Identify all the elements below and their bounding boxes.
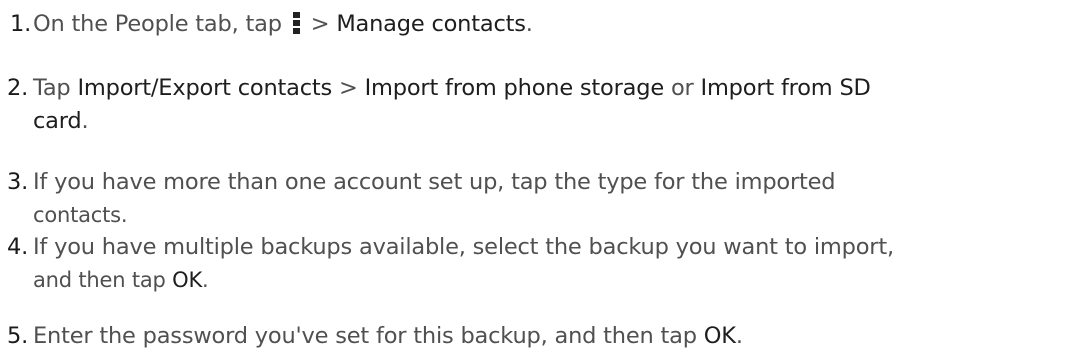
step-text: Enter the password you've set for this b… [33, 320, 1078, 353]
step-text-segment: and then tap [33, 268, 173, 292]
step-text-segment: . [81, 108, 89, 134]
step-text: Tap Import/Export contacts > Import from… [33, 72, 1078, 138]
step-line: and then tap OK. [33, 264, 1078, 297]
more-options-icon [292, 12, 300, 34]
step-text-segment: > [303, 11, 337, 37]
step-line: contacts. [33, 203, 128, 227]
ui-term-card: card [33, 108, 82, 134]
step-text-segment: . [735, 323, 743, 349]
ui-term-import-export-contacts: Import/Export contacts [77, 75, 333, 101]
step-text-segment: . [202, 268, 209, 292]
ui-term-ok: OK [703, 323, 736, 349]
step-text-segment: > [332, 75, 365, 101]
ui-term-ok: OK [172, 268, 203, 292]
step-number: 5. [7, 323, 29, 349]
ui-term-manage-contacts: Manage contacts [336, 11, 526, 37]
step-number: 3. [7, 169, 29, 195]
step-line: card. [33, 105, 1078, 138]
step-text: If you have more than one account set up… [33, 166, 1078, 232]
step-line: If you have multiple backups available, … [33, 234, 894, 260]
step-text-segment: or [664, 75, 701, 101]
step-line: Tap Import/Export contacts > Import from… [33, 72, 1078, 105]
step-text: If you have multiple backups available, … [33, 231, 1078, 297]
step-number: 2. [7, 75, 29, 101]
step-text-segment: Tap [33, 75, 78, 101]
step-text-segment: . [525, 11, 533, 37]
instruction-steps: 1. On the People tab, tap > Manage conta… [0, 0, 1083, 364]
ui-term-import-from-sd: Import from SD [700, 75, 871, 101]
step-number: 1. [10, 11, 32, 37]
step-line: If you have more than one account set up… [33, 169, 836, 195]
step-text-segment: On the People tab, tap [33, 11, 289, 37]
step-text: On the People tab, tap > Manage contacts… [33, 8, 1078, 41]
step-text-segment: Enter the password you've set for this b… [33, 323, 704, 349]
step-number: 4. [7, 234, 29, 260]
ui-term-import-from-phone-storage: Import from phone storage [364, 75, 665, 101]
